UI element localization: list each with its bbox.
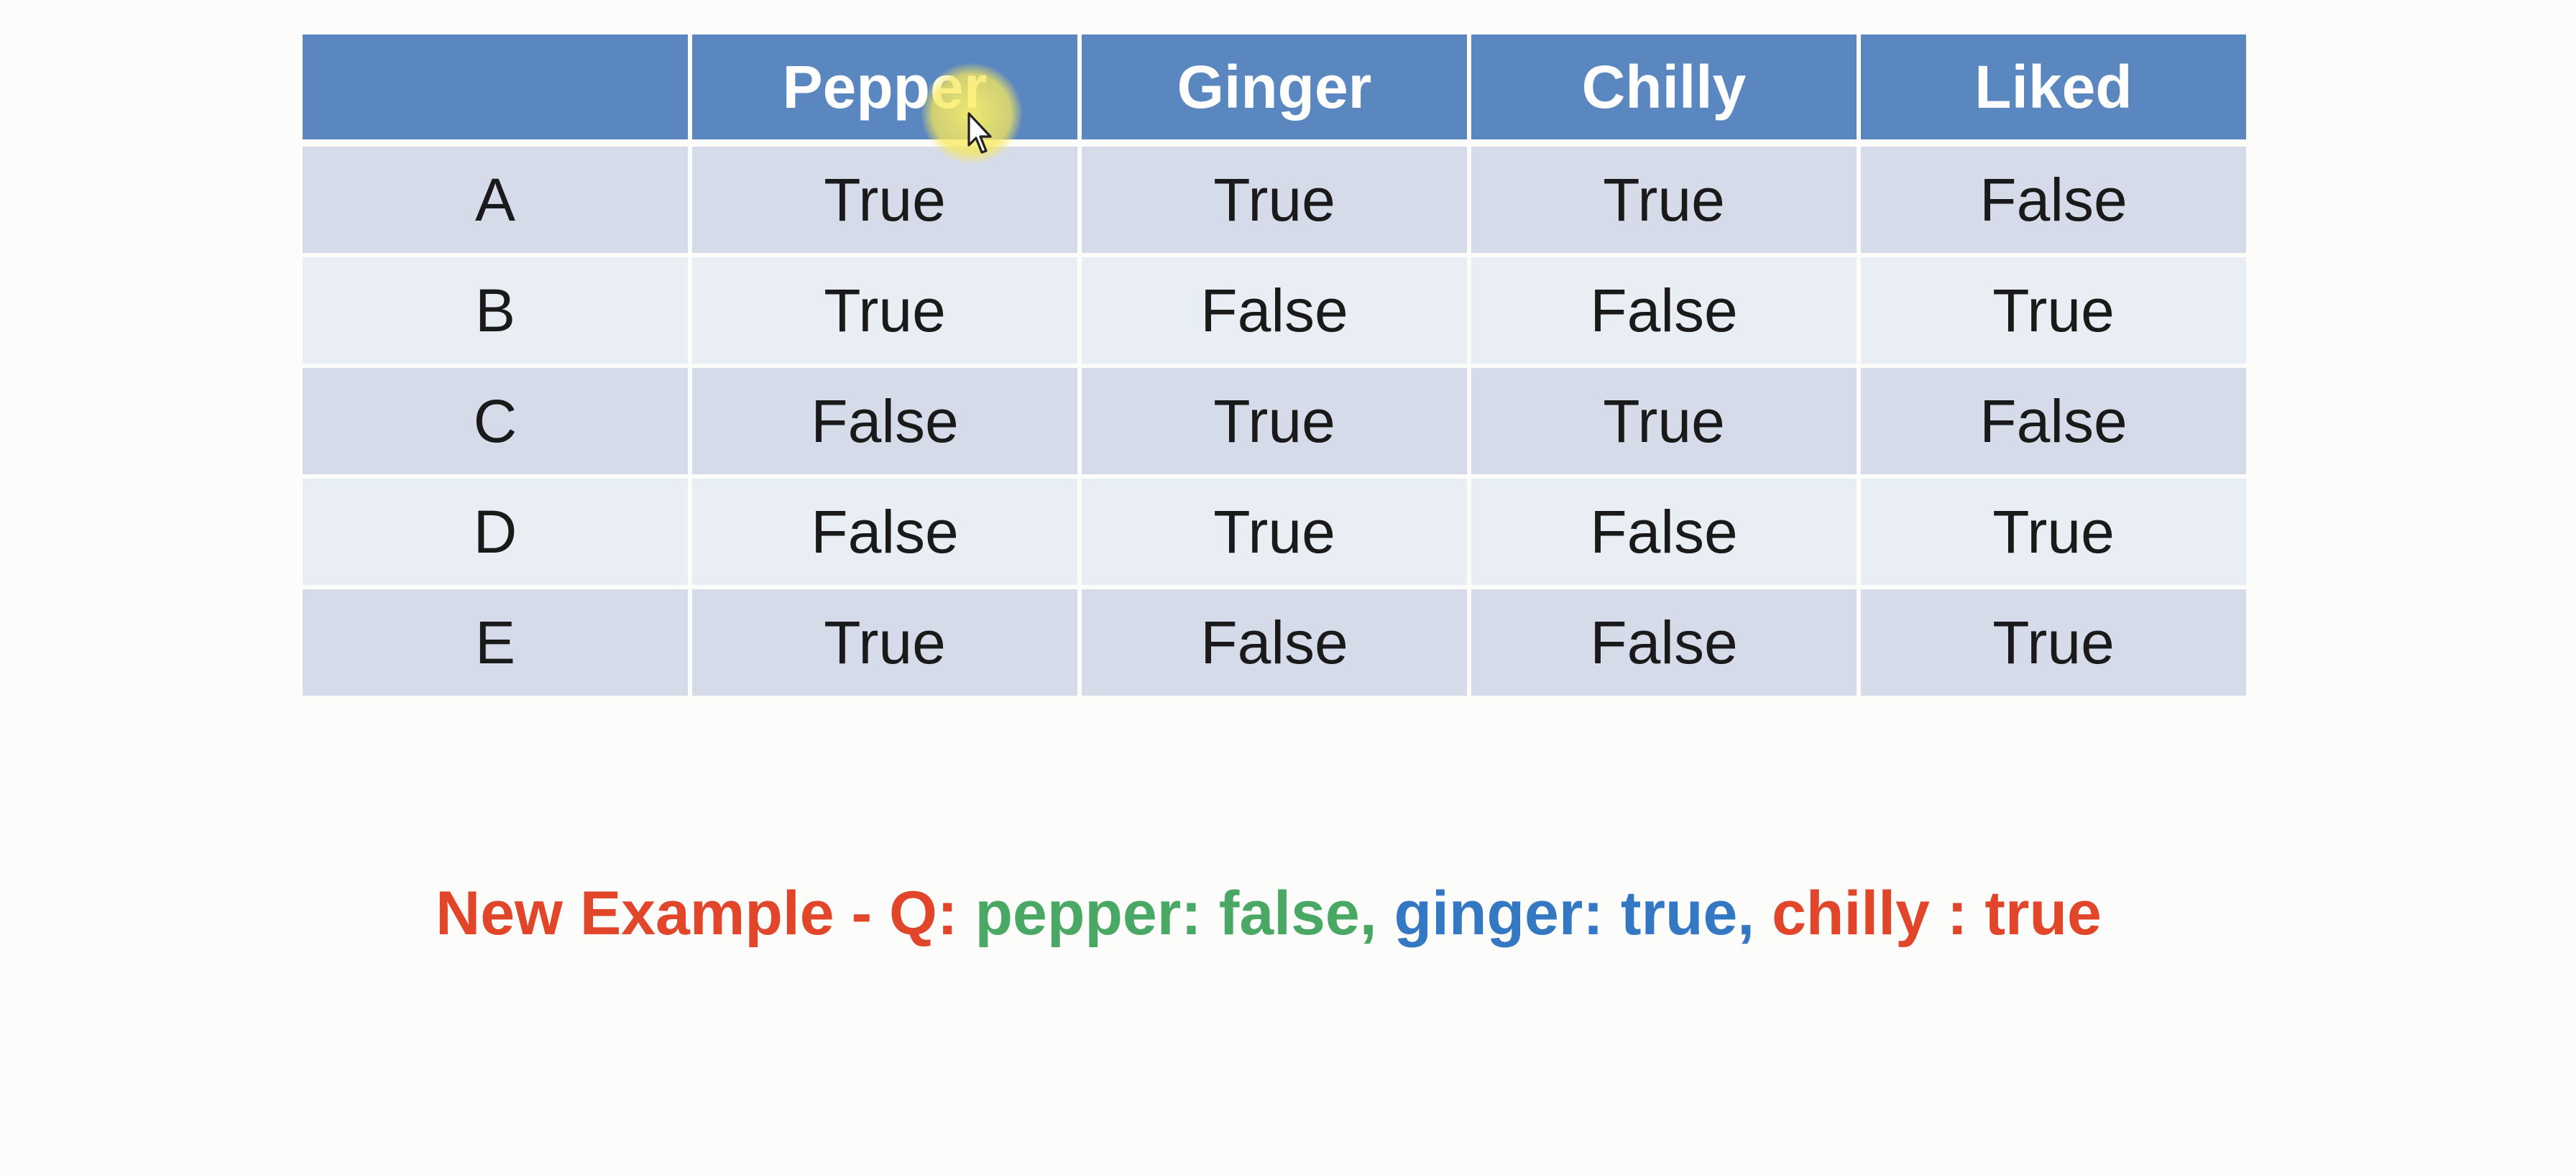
table-cell: True (1471, 147, 1857, 253)
header-cell-blank (303, 34, 688, 142)
table-cell: True (1861, 257, 2246, 364)
row-label-cell: D (303, 479, 688, 585)
table-row: E True False False True (303, 589, 2246, 696)
table-row: A True True True False (303, 147, 2246, 253)
table-cell: True (1082, 147, 1467, 253)
row-label-cell: A (303, 147, 688, 253)
table-cell: True (1861, 589, 2246, 696)
row-label-cell: E (303, 589, 688, 696)
table-cell: False (1471, 479, 1857, 585)
table-cell: True (692, 589, 1077, 696)
table-row: B True False False True (303, 257, 2246, 364)
table-cell: False (692, 368, 1077, 474)
slide: Pepper Ginger Chilly Liked A True True T… (0, 0, 2576, 1175)
table-cell: False (1082, 257, 1467, 364)
query-prefix: New Example - Q: (436, 879, 975, 948)
table-cell: False (692, 479, 1077, 585)
table-cell: False (1471, 257, 1857, 364)
table-cell: False (1861, 147, 2246, 253)
row-label-cell: B (303, 257, 688, 364)
data-table: Pepper Ginger Chilly Liked A True True T… (298, 30, 2250, 700)
header-cell-ginger: Ginger (1082, 34, 1467, 142)
table-cell: True (1861, 479, 2246, 585)
table-cell: True (1082, 479, 1467, 585)
query-pepper: pepper: false, (975, 879, 1394, 948)
table-cell: True (692, 147, 1077, 253)
table-cell: True (1082, 368, 1467, 474)
table-cell: False (1082, 589, 1467, 696)
query-ginger: ginger: true, (1394, 879, 1772, 948)
table-cell: True (692, 257, 1077, 364)
header-cell-chilly: Chilly (1471, 34, 1857, 142)
header-cell-pepper: Pepper (692, 34, 1077, 142)
table-row: D False True False True (303, 479, 2246, 585)
table-cell: False (1471, 589, 1857, 696)
new-example-query: New Example - Q: pepper: false, ginger: … (0, 878, 2537, 949)
table-row: C False True True False (303, 368, 2246, 474)
table-cell: False (1861, 368, 2246, 474)
query-chilly: chilly : true (1772, 879, 2102, 948)
table-header-row: Pepper Ginger Chilly Liked (303, 34, 2246, 142)
header-cell-liked: Liked (1861, 34, 2246, 142)
table-cell: True (1471, 368, 1857, 474)
row-label-cell: C (303, 368, 688, 474)
